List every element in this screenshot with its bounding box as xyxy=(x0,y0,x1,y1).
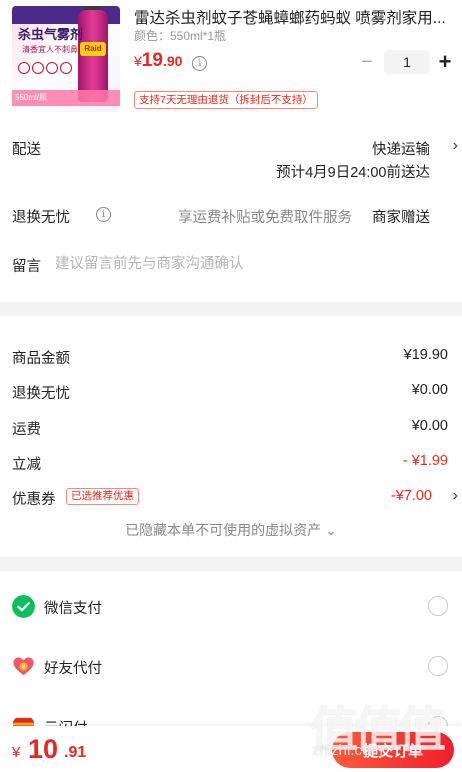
payment-option-wechat[interactable]: 微信支付 xyxy=(0,586,462,626)
payment-radio[interactable] xyxy=(428,596,448,616)
product-thumbnail[interactable]: Raid 杀虫气雾剂 清香宜人不刺鼻 550ml/瓶 xyxy=(12,6,120,112)
image-subline: 清香宜人不刺鼻 xyxy=(22,45,78,54)
summary-value: ¥19.90 xyxy=(403,347,448,363)
image-corner-badge: 550ml/瓶 xyxy=(12,90,120,106)
payment-label: 好友代付 xyxy=(44,661,102,677)
raid-logo: Raid xyxy=(80,42,106,56)
summary-label: 运费 xyxy=(12,422,41,438)
coupon-label[interactable]: 优惠券 xyxy=(12,488,56,509)
product-card: Raid 杀虫气雾剂 清香宜人不刺鼻 550ml/瓶 雷达杀虫剂蚊子苍蝇蟑螂药蚂… xyxy=(0,0,462,128)
section-divider xyxy=(0,302,462,316)
delivery-eta: 预计4月9日24:00前送达 xyxy=(276,165,430,181)
message-label: 留言 xyxy=(12,259,41,275)
summary-label: 商品金额 xyxy=(12,351,70,367)
wechat-pay-icon xyxy=(12,595,35,618)
price-currency: ¥ xyxy=(134,53,142,69)
payment-radio[interactable] xyxy=(428,656,448,676)
product-price: ¥ 19 .90 i xyxy=(134,50,208,76)
price-integer: 19 xyxy=(141,50,163,71)
payment-label: 微信支付 xyxy=(44,601,102,617)
price-decimal: .90 xyxy=(162,53,183,69)
message-input[interactable] xyxy=(55,252,435,276)
chevron-right-icon[interactable]: › xyxy=(453,137,458,155)
payment-option-friend[interactable]: ¥ 好友代付 xyxy=(0,646,462,686)
return-policy-tag: 支持7天无理由退货（拆封后不支持） xyxy=(134,91,318,109)
product-title[interactable]: 雷达杀虫剂蚊子苍蝇蟑螂药蚂蚁 喷雾剂家用... xyxy=(134,6,452,28)
return-free-label: 退换无忧 xyxy=(12,210,70,226)
total-decimal: .91 xyxy=(64,744,87,761)
price-info-icon[interactable]: i xyxy=(192,56,208,71)
svg-text:¥: ¥ xyxy=(22,665,26,671)
checkout-bar: ¥ 10 .91 提交订单 xyxy=(0,726,462,772)
return-free-value: 商家赠送 xyxy=(372,210,430,226)
discount-value: - ¥1.99 xyxy=(402,453,448,469)
quantity-minus-button[interactable]: − xyxy=(354,51,380,74)
return-free-info-icon[interactable]: i xyxy=(96,207,111,222)
submit-order-button[interactable]: 提交订单 xyxy=(332,732,454,768)
coupon-value[interactable]: -¥7.00 xyxy=(391,488,432,504)
total-currency: ¥ xyxy=(12,744,21,761)
quantity-value[interactable]: 1 xyxy=(384,50,430,74)
summary-label: 退换无忧 xyxy=(12,386,70,402)
summary-value: ¥0.00 xyxy=(411,382,448,398)
insect-icons xyxy=(18,62,76,76)
friend-pay-icon: ¥ xyxy=(13,657,34,676)
delivery-method[interactable]: 快递运输 xyxy=(372,138,430,159)
quantity-stepper: − 1 + xyxy=(354,50,456,74)
section-divider xyxy=(0,557,462,571)
delivery-label: 配送 xyxy=(12,142,41,158)
hidden-assets-toggle[interactable]: 已隐藏本单不可使用的虚拟资产 ⌄ xyxy=(0,520,462,540)
coupon-recommended-tag: 已选推荐优惠 xyxy=(66,488,139,505)
product-spec: 颜色：550ml*1瓶 xyxy=(134,29,227,43)
summary-value: ¥0.00 xyxy=(411,418,448,434)
return-free-note: 享运费补贴或免费取件服务 xyxy=(178,210,352,226)
total-integer: 10 xyxy=(28,734,59,764)
image-headline: 杀虫气雾剂 xyxy=(18,27,84,42)
chevron-right-icon[interactable]: › xyxy=(453,487,458,505)
summary-label: 立减 xyxy=(12,457,41,473)
quantity-plus-button[interactable]: + xyxy=(434,51,456,73)
